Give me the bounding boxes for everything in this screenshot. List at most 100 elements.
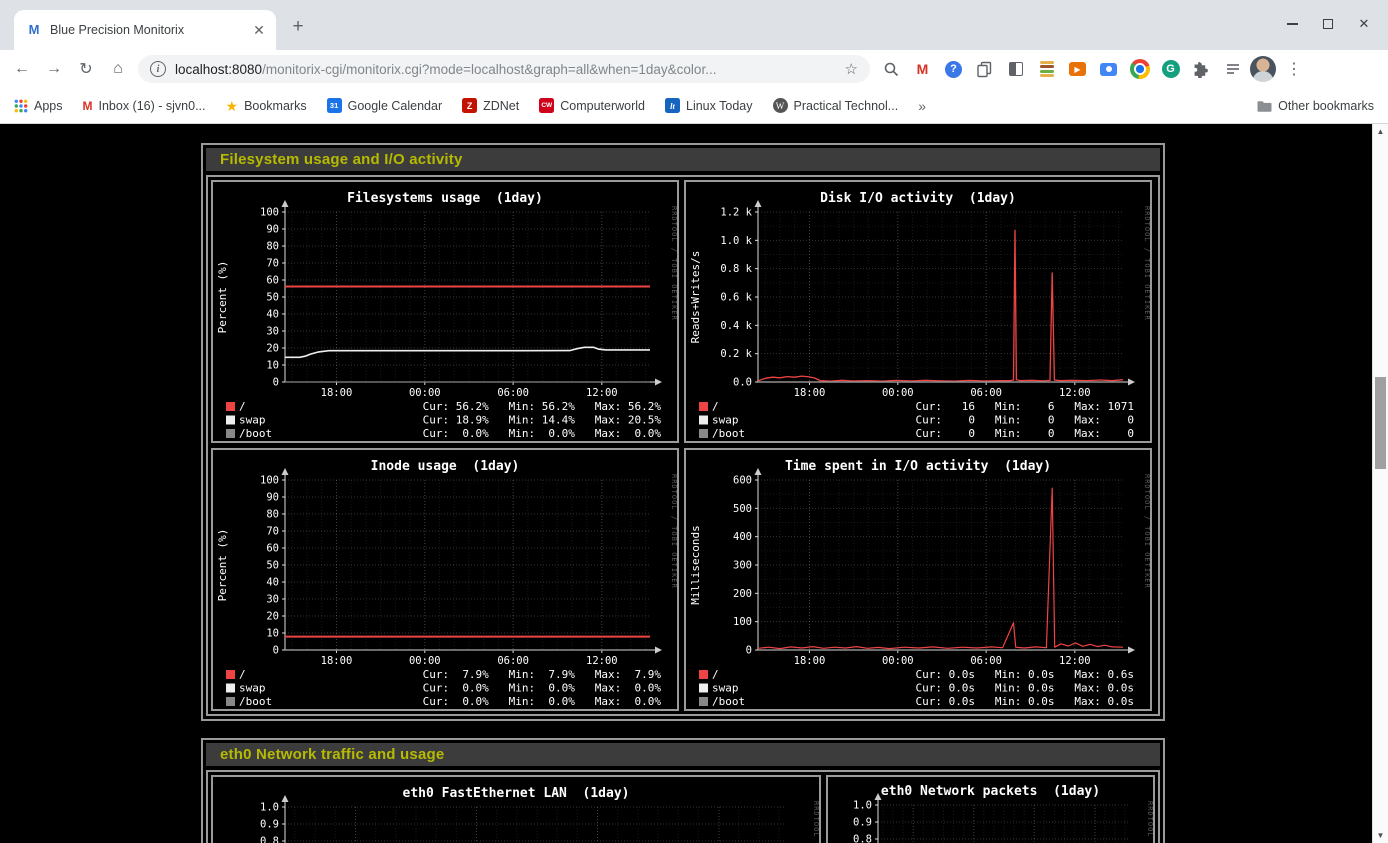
inode-usage-chart[interactable]: 100908070605040302010018:0000:0006:0012:…	[213, 450, 677, 709]
bookmark-label: Linux Today	[686, 99, 753, 113]
svg-text:30: 30	[266, 594, 279, 606]
svg-text:600: 600	[733, 475, 752, 487]
svg-text:100: 100	[733, 616, 752, 628]
svg-text:RRDTOOL / TOBI OETIKER: RRDTOOL / TOBI OETIKER	[670, 474, 677, 589]
browser-tab[interactable]: M Blue Precision Monitorix ✕	[14, 10, 276, 50]
svg-text:1.0: 1.0	[853, 800, 872, 812]
home-icon[interactable]: ⌂	[103, 54, 133, 84]
bookmark-inbox[interactable]: M Inbox (16) - sjvn0...	[83, 99, 206, 113]
filesystems-usage-chart-cell[interactable]: 100908070605040302010018:0000:0006:0012:…	[211, 180, 679, 443]
scroll-up-icon[interactable]: ▲	[1373, 127, 1388, 136]
time-io-activity-chart[interactable]: 600500400300200100018:0000:0006:0012:00T…	[686, 450, 1150, 709]
browser-menu-icon[interactable]: ⋮	[1284, 59, 1304, 79]
eth0-lan-chart[interactable]: 1.00.90.80.70.60.50.40.30.20.10.018:0000…	[213, 777, 819, 843]
stack-icon[interactable]	[1035, 58, 1058, 81]
svg-text:Cur: 0.0s Min: 0.0s Max: 0: Cur: 0.0s Min: 0.0s Max: 0.0s	[915, 682, 1134, 695]
svg-text:eth0 FastEthernet LAN (1day): eth0 FastEthernet LAN (1day)	[403, 786, 630, 801]
cast-icon[interactable]: ▶	[1066, 58, 1089, 81]
url-host: localhost:8080	[175, 62, 262, 77]
svg-text:RRDTOOL / TOBI OETIKER: RRDTOOL / TOBI OETIKER	[1143, 206, 1150, 321]
maximize-button[interactable]	[1310, 0, 1346, 48]
scroll-down-icon[interactable]: ▼	[1373, 831, 1388, 840]
calendar-icon: 31	[327, 98, 342, 113]
svg-text:eth0 Network packets (1day): eth0 Network packets (1day)	[881, 784, 1100, 799]
contrast-icon[interactable]	[1004, 58, 1027, 81]
wordpress-icon: W	[773, 98, 788, 113]
extensions-puzzle-icon[interactable]	[1190, 58, 1213, 81]
forward-icon[interactable]: →	[39, 54, 69, 84]
bookmark-label: Google Calendar	[348, 99, 443, 113]
bookmark-google-calendar[interactable]: 31 Google Calendar	[327, 98, 443, 113]
camera-icon[interactable]	[1097, 58, 1120, 81]
disk-io-activity-chart[interactable]: 1.2 k1.0 k0.8 k0.6 k0.4 k0.2 k0.018:0000…	[686, 182, 1150, 441]
svg-text:12:00: 12:00	[586, 655, 618, 667]
bookmark-computerworld[interactable]: CW Computerworld	[539, 98, 645, 113]
disk-io-activity-chart-cell[interactable]: 1.2 k1.0 k0.8 k0.6 k0.4 k0.2 k0.018:0000…	[684, 180, 1152, 443]
svg-text:0: 0	[273, 645, 279, 657]
svg-text:/boot: /boot	[712, 427, 745, 440]
bookmarks-overflow-icon[interactable]: »	[918, 98, 926, 114]
section-filesystem: Filesystem usage and I/O activity 100908…	[201, 143, 1165, 721]
address-bar[interactable]: i localhost:8080/monitorix-cgi/monitorix…	[138, 55, 870, 83]
eth0-packets-chart[interactable]: 1.00.90.80.70.60.50.40.30.20.10.018:0000…	[828, 777, 1153, 843]
eth0-packets-chart-cell[interactable]: 1.00.90.80.70.60.50.40.30.20.10.018:0000…	[826, 775, 1155, 843]
svg-text:Cur: 56.2% Min: 56.2% Max:: Cur: 56.2% Min: 56.2% Max: 56.2%	[423, 400, 662, 413]
svg-text:00:00: 00:00	[409, 655, 441, 667]
svg-text:Cur: 0.0% Min: 0.0% Max:: Cur: 0.0% Min: 0.0% Max: 0.0%	[423, 695, 662, 708]
url-text[interactable]: localhost:8080/monitorix-cgi/monitorix.c…	[175, 62, 837, 77]
svg-text:0.2 k: 0.2 k	[720, 348, 752, 360]
svg-text:0.9: 0.9	[260, 819, 279, 831]
search-icon[interactable]	[880, 58, 903, 81]
window-close-button[interactable]: ✕	[1346, 0, 1382, 48]
filesystems-usage-chart[interactable]: 100908070605040302010018:0000:0006:0012:…	[213, 182, 677, 441]
profile-avatar[interactable]	[1250, 56, 1276, 82]
eth0-lan-chart-cell[interactable]: 1.00.90.80.70.60.50.40.30.20.10.018:0000…	[211, 775, 821, 843]
back-icon[interactable]: ←	[7, 54, 37, 84]
svg-text:0.8: 0.8	[853, 834, 872, 843]
folder-icon	[1256, 99, 1272, 113]
bookmarks-bar: Apps M Inbox (16) - sjvn0... ★ Bookmarks…	[0, 88, 1388, 124]
gmail-icon[interactable]: M	[911, 58, 934, 81]
scrollbar-thumb[interactable]	[1375, 377, 1386, 469]
svg-text:100: 100	[260, 475, 279, 487]
monitorix-favicon-icon: M	[26, 22, 42, 38]
bookmark-practical-tech[interactable]: W Practical Technol...	[773, 98, 899, 113]
bookmark-label: Computerworld	[560, 99, 645, 113]
filesystem-charts-grid: 100908070605040302010018:0000:0006:0012:…	[206, 175, 1160, 716]
reading-list-icon[interactable]	[1221, 58, 1244, 81]
svg-text:12:00: 12:00	[586, 387, 618, 399]
browser-toolbar: ← → ↻ ⌂ i localhost:8080/monitorix-cgi/m…	[0, 50, 1388, 88]
svg-text:RRDTOOL / TOBI OETIKER: RRDTOOL / TOBI OETIKER	[1143, 474, 1150, 589]
svg-text:20: 20	[266, 343, 279, 355]
bookmark-linux-today[interactable]: lt Linux Today	[665, 98, 753, 113]
page-scrollbar[interactable]: ▲ ▼	[1372, 124, 1388, 843]
svg-text:/: /	[712, 668, 719, 681]
tab-close-icon[interactable]: ✕	[250, 21, 268, 39]
other-bookmarks-label: Other bookmarks	[1278, 99, 1374, 113]
bookmark-label: Practical Technol...	[794, 99, 899, 113]
svg-text:12:00: 12:00	[1059, 655, 1091, 667]
grammarly-icon[interactable]: G	[1159, 58, 1182, 81]
zdnet-icon: Z	[462, 98, 477, 113]
copy-icon[interactable]	[973, 58, 996, 81]
bookmark-bookmarks[interactable]: ★ Bookmarks	[226, 99, 307, 113]
svg-text:/: /	[712, 400, 719, 413]
apps-shortcut[interactable]: Apps	[14, 99, 63, 113]
bookmark-star-icon[interactable]: ☆	[845, 60, 858, 78]
svg-text:06:00: 06:00	[970, 655, 1002, 667]
chrome-icon[interactable]	[1128, 58, 1151, 81]
apps-label: Apps	[34, 99, 63, 113]
inode-usage-chart-cell[interactable]: 100908070605040302010018:0000:0006:0012:…	[211, 448, 679, 711]
reload-icon[interactable]: ↻	[71, 54, 101, 84]
bookmark-zdnet[interactable]: Z ZDNet	[462, 98, 519, 113]
help-icon[interactable]: ?	[942, 58, 965, 81]
svg-text:0.4 k: 0.4 k	[720, 320, 752, 332]
svg-text:0: 0	[746, 645, 752, 657]
svg-text:1.2 k: 1.2 k	[720, 207, 752, 219]
new-tab-button[interactable]: +	[284, 14, 312, 42]
minimize-button[interactable]	[1274, 0, 1310, 48]
svg-text:Cur: 0.0s Min: 0.0s Max: 0: Cur: 0.0s Min: 0.0s Max: 0.6s	[915, 668, 1134, 681]
time-io-activity-chart-cell[interactable]: 600500400300200100018:0000:0006:0012:00T…	[684, 448, 1152, 711]
other-bookmarks[interactable]: Other bookmarks	[1256, 99, 1374, 113]
page-info-icon[interactable]: i	[150, 61, 166, 77]
